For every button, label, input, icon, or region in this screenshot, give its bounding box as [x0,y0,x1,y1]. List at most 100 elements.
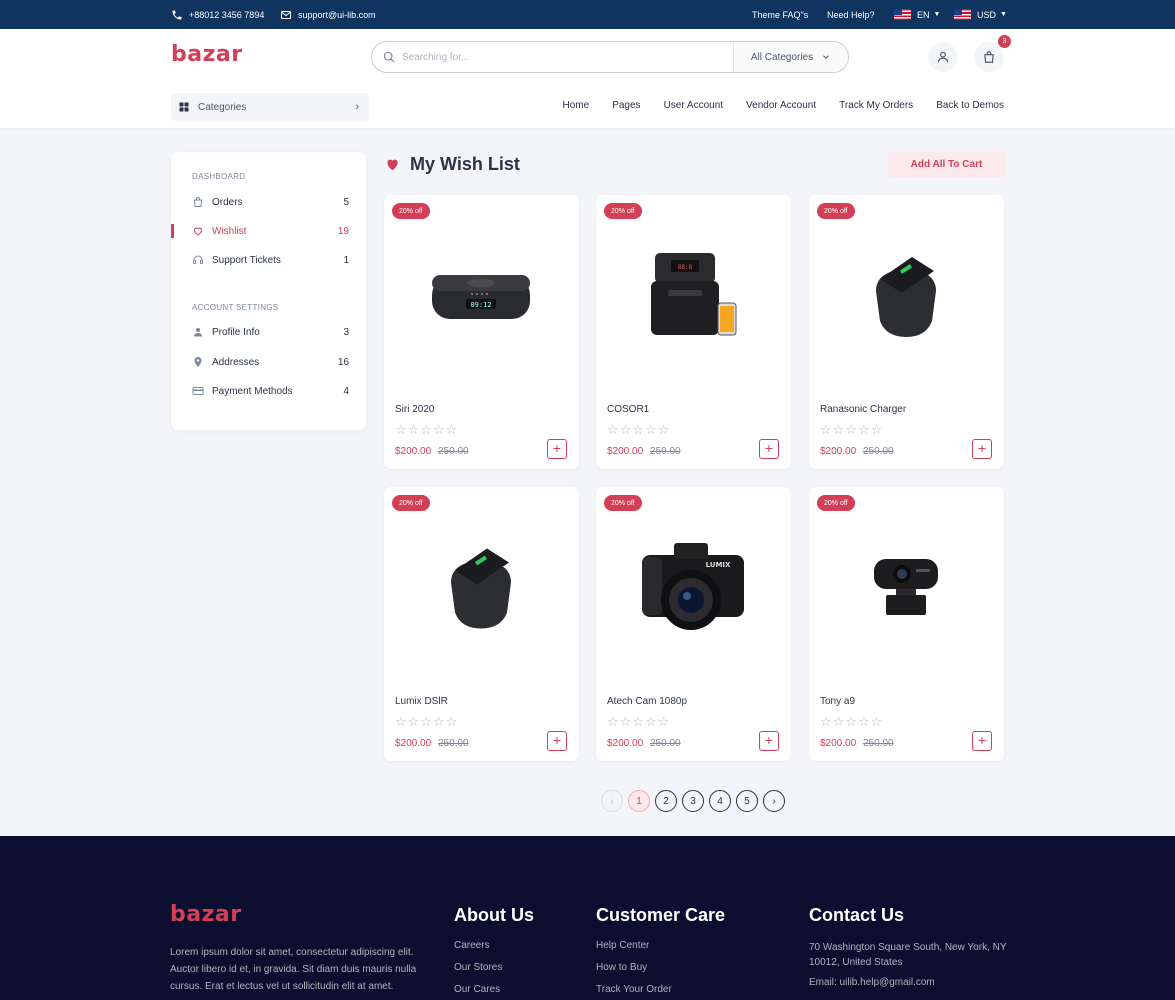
language-selector[interactable]: EN ▼ [894,0,940,29]
product-image[interactable]: 88:8 [623,233,763,358]
product-card[interactable]: 20% off Lumix DSlR ☆☆☆☆☆ $200.00 250.00 … [384,487,579,761]
sidebar-item-payment-methods[interactable]: Payment Methods 4 [171,381,366,401]
product-card[interactable]: 20% off 09:12 Siri 2020 ☆☆☆☆☆ $200.00 25… [384,195,579,469]
phone-number: +88012 3456 7894 [189,9,265,20]
footer-about-text: Lorem ipsum dolor sit amet, consectetur … [170,947,417,992]
wireless-charger-speaker-image [876,256,936,337]
sidebar-item-label: Payment Methods [212,385,293,397]
nav-back-to-demos[interactable]: Back to Demos [936,100,1004,111]
sidebar-item-addresses[interactable]: Addresses 16 [171,352,366,372]
product-image[interactable] [836,525,976,650]
plus-icon: + [977,732,987,748]
nav-vendor-account[interactable]: Vendor Account [746,100,816,111]
page-button-1[interactable]: 1 [628,790,650,812]
footer-link-track-order[interactable]: Track Your Order [596,984,725,1000]
logo[interactable]: bazar [171,42,243,67]
sidebar-item-orders[interactable]: Orders 5 [171,192,366,212]
faq-label: Theme FAQ"s [752,9,809,20]
add-to-cart-button[interactable]: + [547,439,567,459]
add-all-to-cart-button[interactable]: Add All To Cart [888,152,1005,177]
next-page-button[interactable]: › [763,790,785,812]
add-to-cart-button[interactable]: + [547,731,567,751]
rating-stars: ☆☆☆☆☆ [395,422,459,437]
footer-link-careers[interactable]: Careers [454,940,534,962]
sidebar-item-count: 3 [343,326,349,338]
email-contact[interactable]: support@ui-lib.com [280,0,376,29]
prev-page-button[interactable]: ‹ [601,790,623,812]
account-sidebar: DASHBOARD Orders 5 Wishlist 19 Support T… [171,152,366,430]
product-price: $200.00 [820,446,857,457]
product-name[interactable]: Lumix DSlR [395,696,448,707]
product-card[interactable]: 20% off Ranasonic Charger ☆☆☆☆☆ $200.00 … [809,195,1004,469]
footer-link-our-cares[interactable]: Our Cares [454,984,534,1000]
webcam-image [874,559,938,615]
heart-icon [193,227,203,236]
sidebar-item-label: Wishlist [212,225,247,237]
add-to-cart-button[interactable]: + [759,439,779,459]
footer-link-help-center[interactable]: Help Center [596,940,725,962]
plus-icon: + [977,440,987,456]
sidebar-item-profile-info[interactable]: Profile Info 3 [171,322,366,342]
footer-contact-address: 70 Washington Square South, New York, NY… [809,942,1007,968]
footer-link-how-to-buy[interactable]: How to Buy [596,962,725,984]
currency-label: USD [977,9,997,20]
help-link[interactable]: Need Help? [827,0,875,29]
product-name[interactable]: Tony a9 [820,696,855,707]
product-price: $200.00 [607,738,644,749]
category-select[interactable]: All Categories [733,42,848,72]
nav-user-account[interactable]: User Account [664,100,723,111]
product-price: $200.00 [607,446,644,457]
product-card[interactable]: 20% off 88:8 COSOR1 ☆☆☆☆☆ $200.00 250.00… [596,195,791,469]
chevron-left-icon: ‹ [610,795,614,807]
add-to-cart-button[interactable]: + [972,731,992,751]
mail-icon [281,10,291,19]
product-image[interactable]: LUMIX [623,525,763,650]
chevron-down-icon [823,55,829,59]
product-name[interactable]: COSOR1 [607,404,649,415]
footer-contact-email[interactable]: Email: uilib.help@gmail.com [809,977,1009,999]
sidebar-item-count: 19 [337,225,349,237]
discount-badge: 20% off [392,495,430,511]
chevron-down-icon: ▼ [933,11,941,18]
sidebar-item-wishlist[interactable]: Wishlist 19 [171,221,366,241]
page-button-4[interactable]: 4 [709,790,731,812]
shopping-bag-icon [984,51,994,63]
product-image[interactable] [836,233,976,358]
product-name[interactable]: Atech Cam 1080p [607,696,687,707]
sidebar-item-count: 5 [343,196,349,208]
plus-icon: + [552,732,562,748]
product-name[interactable]: Siri 2020 [395,404,434,415]
footer-link-our-stores[interactable]: Our Stores [454,962,534,984]
page-button-3[interactable]: 3 [682,790,704,812]
add-to-cart-button[interactable]: + [759,731,779,751]
user-account-button[interactable] [928,42,958,72]
rating-stars: ☆☆☆☆☆ [395,714,459,729]
chevron-right-icon: › [355,101,359,113]
rating-stars: ☆☆☆☆☆ [820,422,884,437]
plus-icon: + [764,732,774,748]
page-button-2[interactable]: 2 [655,790,677,812]
product-image[interactable] [411,525,551,650]
page-button-5[interactable]: 5 [736,790,758,812]
footer-logo[interactable]: bazar [170,902,242,927]
faq-link[interactable]: Theme FAQ"s [752,0,808,29]
nav-track-orders[interactable]: Track My Orders [839,100,913,111]
sidebar-item-support-tickets[interactable]: Support Tickets 1 [171,250,366,270]
page-title-text: My Wish List [410,154,520,174]
phone-contact[interactable]: +88012 3456 7894 [171,0,264,29]
add-to-cart-button[interactable]: + [972,439,992,459]
location-pin-icon [194,357,202,367]
product-card[interactable]: 20% off Tony a9 ☆☆☆☆☆ $200.00 250.00 + [809,487,1004,761]
product-image[interactable]: 09:12 [411,233,551,358]
pagination: ‹ 1 2 3 4 5 › [601,790,785,812]
search-input[interactable] [402,51,722,63]
discount-badge: 20% off [604,495,642,511]
product-name[interactable]: Ranasonic Charger [820,404,906,415]
product-old-price: 250.00 [650,446,681,457]
product-card[interactable]: 20% off LUMIX Atech Cam 1080p ☆☆☆☆☆ $200… [596,487,791,761]
currency-selector[interactable]: USD ▼ [954,0,1007,29]
nav-home[interactable]: Home [563,100,590,111]
categories-button[interactable]: Categories › [171,93,369,121]
nav-pages[interactable]: Pages [612,100,640,111]
rating-stars: ☆☆☆☆☆ [820,714,884,729]
